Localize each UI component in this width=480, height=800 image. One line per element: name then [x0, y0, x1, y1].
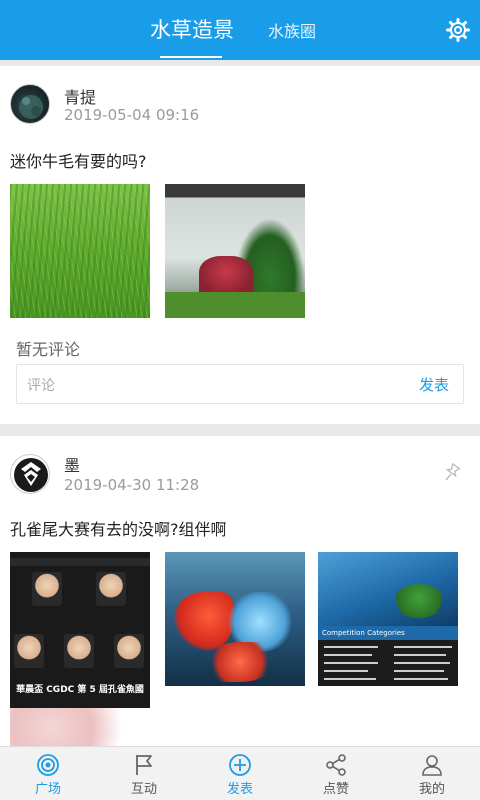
tab-aquarium-circle[interactable]: 水族圈: [268, 18, 316, 42]
post-card: 墨 2019-04-30 11:28 孔雀尾大赛有去的没啊?组伴啊 華晨盃 CG…: [0, 436, 480, 746]
send-button[interactable]: 发表: [419, 374, 449, 395]
avatar[interactable]: [10, 454, 50, 494]
post-image-guppies[interactable]: [165, 552, 305, 686]
category-line: [324, 654, 372, 656]
username[interactable]: 青提: [64, 84, 96, 108]
top-bar: 水草造景 水族圈: [0, 0, 480, 60]
category-line: [394, 646, 452, 648]
username[interactable]: 墨: [64, 452, 80, 476]
poster-watermark: [10, 708, 150, 746]
nav-label: 互动: [130, 782, 157, 797]
category-line: [394, 678, 448, 680]
bottom-nav: 广场 互动 发表 点赞 我的: [0, 746, 480, 800]
post-timestamp: 2019-05-04 09:16: [64, 106, 200, 124]
post-text: 迷你牛毛有要的吗?: [10, 152, 147, 171]
category-line: [324, 678, 376, 680]
nav-plaza[interactable]: 广场: [0, 747, 96, 800]
post-card: 青提 2019-05-04 09:16 迷你牛毛有要的吗? 暂无评论 评论 发表: [0, 66, 480, 424]
category-line: [394, 654, 446, 656]
judge-photo: [114, 634, 144, 668]
category-line: [324, 662, 378, 664]
post-image-grass[interactable]: [10, 184, 150, 318]
post-image-categories[interactable]: Competition Categories: [318, 552, 458, 686]
judge-photo: [96, 572, 126, 606]
comment-box[interactable]: 评论 发表: [16, 364, 464, 404]
shield-logo-icon: [14, 458, 48, 492]
post-image-aquarium[interactable]: [165, 184, 305, 318]
judge-photo: [32, 572, 62, 606]
no-comment-label: 暂无评论: [16, 340, 81, 359]
avatar-moss-image: [19, 95, 43, 119]
nav-mine[interactable]: 我的: [384, 747, 480, 800]
category-line: [324, 670, 368, 672]
post-image-contest-poster[interactable]: 華晨盃 CGDC 第 5 屆孔雀魚國: [10, 552, 150, 746]
category-line: [324, 646, 378, 648]
user-icon: [422, 755, 442, 776]
nav-publish[interactable]: 发表: [192, 747, 288, 800]
comment-input[interactable]: 评论: [27, 375, 55, 395]
judge-photo: [64, 634, 94, 668]
nav-label: 我的: [418, 782, 445, 797]
flag-icon: [136, 755, 152, 775]
share-icon: [326, 754, 346, 776]
judge-photo: [14, 634, 44, 668]
nav-label: 广场: [34, 782, 61, 797]
tank-ground: [165, 292, 305, 318]
poster-header: [10, 558, 150, 566]
tab-aquascape[interactable]: 水草造景: [150, 14, 234, 44]
categories-title: Competition Categories: [318, 626, 458, 640]
tank-rock: [199, 256, 253, 296]
nav-likes[interactable]: 点赞: [288, 747, 384, 800]
nav-label: 点赞: [322, 782, 349, 797]
broadcast-icon: [37, 754, 59, 776]
categories-island: [394, 584, 444, 618]
active-tab-indicator: [160, 56, 222, 58]
post-text: 孔雀尾大赛有去的没啊?组伴啊: [10, 520, 227, 539]
gear-icon[interactable]: [446, 18, 470, 42]
nav-label: 发表: [226, 782, 253, 797]
avatar[interactable]: [10, 84, 50, 124]
nav-interact[interactable]: 互动: [96, 747, 192, 800]
post-timestamp: 2019-04-30 11:28: [64, 476, 200, 494]
add-circle-icon: [229, 754, 251, 776]
poster-caption: 華晨盃 CGDC 第 5 屆孔雀魚國: [16, 685, 144, 695]
pin-icon[interactable]: [442, 462, 462, 482]
category-line: [394, 670, 444, 672]
guppy-fish: [205, 642, 275, 682]
category-line: [394, 662, 450, 664]
